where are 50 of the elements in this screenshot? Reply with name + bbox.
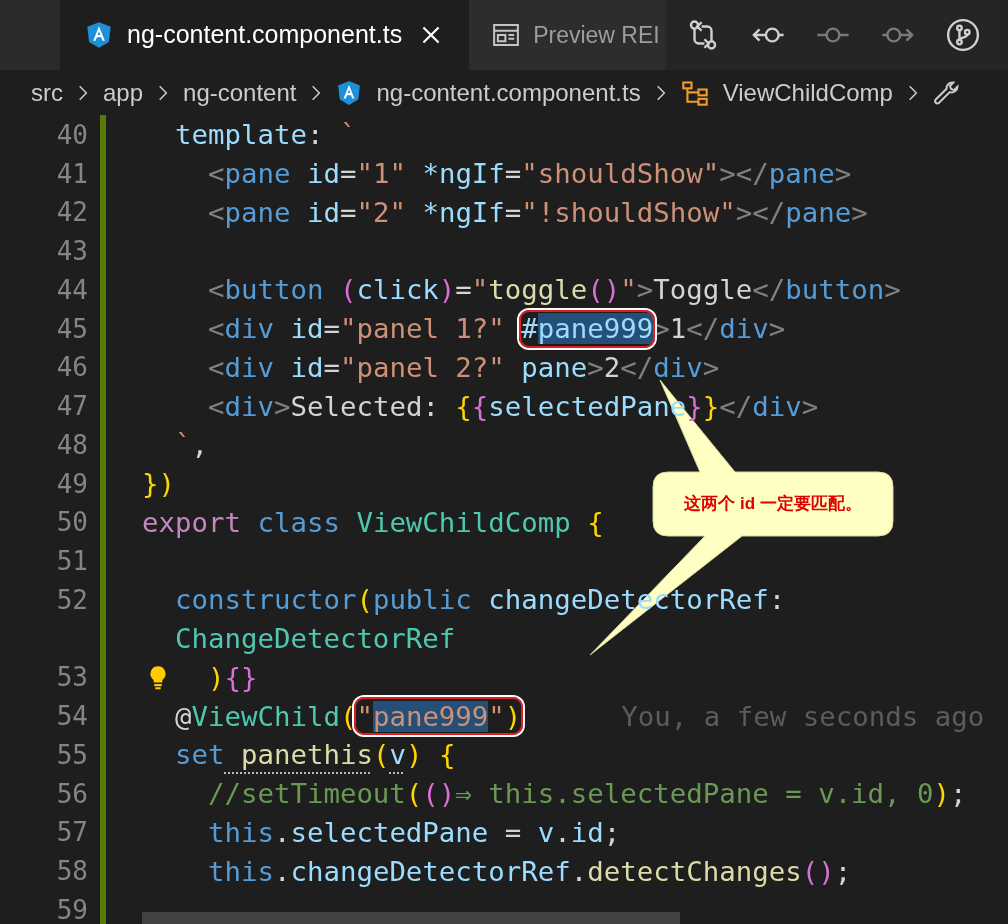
code-line: set panethis(v) {	[175, 738, 456, 773]
code-line: this.selectedPane = v.id;	[207, 815, 621, 850]
code-line: ){}	[207, 660, 258, 695]
breadcrumb-item[interactable]: src	[31, 74, 63, 111]
line-number: 54	[55, 700, 88, 734]
code-line: <pane id="2" *ngIf="!shouldShow"></pane>	[207, 195, 868, 230]
breadcrumb-item[interactable]: ng-content.component.ts	[376, 74, 641, 111]
code-line: export class ViewChildComp {	[142, 505, 604, 540]
code-line: <button (click)="toggle()">Toggle</button>	[207, 273, 901, 308]
line-number: 43	[55, 235, 88, 269]
line-number: 57	[55, 816, 88, 850]
code-line: ChangeDetectorRef	[175, 622, 456, 657]
angular-icon	[85, 21, 113, 49]
class-icon[interactable]	[680, 78, 709, 107]
line-number: 47	[55, 390, 88, 424]
code-line: //setTimeout(()⇒ this.selectedPane = v.id, 0);	[207, 777, 967, 812]
line-number: 45	[55, 312, 88, 346]
horizontal-scrollbar[interactable]	[142, 912, 680, 924]
line-number: 48	[55, 428, 88, 462]
code-line: <div id="panel 2?" pane>2</div>	[207, 350, 720, 385]
line-number: 40	[55, 118, 88, 152]
line-number: 46	[55, 351, 88, 385]
line-number: 58	[55, 855, 88, 889]
breadcrumb-item[interactable]: ng-content	[183, 74, 297, 111]
code-line: <pane id="1" *ngIf="shouldShow"></pane>	[207, 157, 852, 192]
line-number: 44	[55, 273, 88, 307]
line-number: 51	[55, 545, 88, 579]
code-line: @ViewChild("pane999")	[175, 699, 522, 734]
callout-text: 这两个 id 一定要匹配。	[683, 493, 863, 516]
line-number: 59	[55, 893, 88, 924]
line-number: 56	[55, 777, 88, 811]
angular-icon[interactable]	[336, 79, 363, 106]
breadcrumb-item[interactable]: ViewChildComp	[722, 74, 893, 111]
breadcrumb-item[interactable]: app	[103, 74, 144, 111]
line-number: 55	[55, 738, 88, 772]
code-line: })	[142, 467, 175, 502]
line-number: 52	[55, 583, 88, 617]
line-number: 42	[55, 196, 88, 230]
wrench-icon	[932, 78, 961, 107]
blame-annotation: You, a few seconds ago	[621, 700, 985, 735]
line-number: 50	[55, 506, 88, 540]
line-number: 53	[55, 661, 88, 695]
tab[interactable]: ng-content.component.ts	[60, 0, 470, 70]
tab[interactable]: Preview REI	[469, 0, 666, 70]
code-line: `,	[175, 428, 208, 463]
line-number: 41	[55, 157, 88, 191]
code-line: template: `	[175, 118, 357, 153]
code-line: this.changeDetectorRef.detectChanges();	[207, 854, 852, 889]
branch-icon[interactable]	[945, 18, 980, 52]
line-number: 49	[55, 467, 88, 501]
